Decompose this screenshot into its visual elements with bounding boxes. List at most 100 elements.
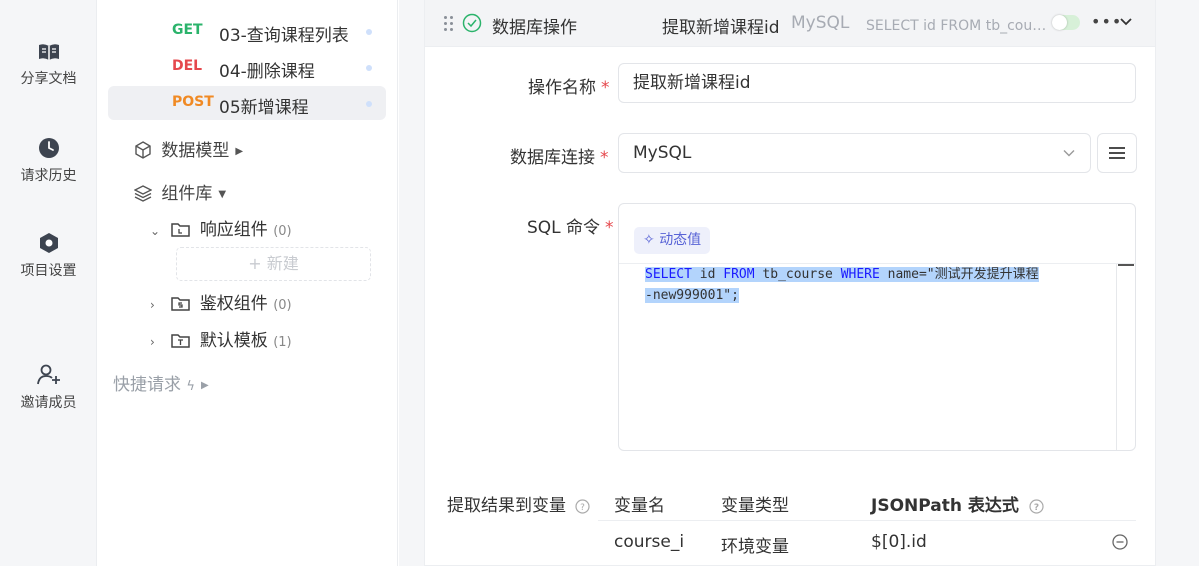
required-mark: *: [601, 78, 610, 98]
table-divider: [598, 520, 1136, 521]
card-header[interactable]: 数据库操作 提取新增课程id MySQL SELECT id FROM tb_c…: [425, 0, 1155, 47]
quick-request-label: 快捷请求: [113, 375, 181, 395]
card-db-name: MySQL: [791, 13, 850, 33]
sql-code-line: -new999001";: [645, 285, 1039, 306]
api-item-post[interactable]: POST 05新增课程: [108, 86, 386, 120]
db-connection-select[interactable]: MySQL: [618, 133, 1091, 173]
method-badge: POST: [172, 94, 214, 110]
chevron-down-icon: ⌄: [150, 224, 161, 238]
api-name: 03-查询课程列表: [219, 26, 349, 46]
var-name-input[interactable]: course_id: [614, 532, 684, 552]
editor-scrollbar[interactable]: [1116, 264, 1117, 450]
folder-response-components[interactable]: ⌄ 响应组件 (0): [150, 215, 292, 240]
card-title: 数据库操作: [492, 18, 577, 38]
lightning-icon: ϟ: [186, 379, 195, 394]
sql-label-text: SQL 命令: [527, 218, 601, 238]
cube-icon: [135, 141, 151, 159]
help-icon[interactable]: ?: [575, 499, 591, 514]
sql-label: SQL 命令 *: [527, 213, 614, 238]
chevron-right-icon: ›: [150, 298, 155, 312]
sql-editor-box: ✧ 动态值 SELECT id FROM tb_course WHERE nam…: [618, 203, 1136, 451]
sql-keyword: SELECT: [645, 267, 692, 282]
caret-down-icon: ▼: [218, 189, 227, 200]
tree-data-models[interactable]: 数据模型 ▶: [134, 136, 243, 161]
editor-scroll-thumb[interactable]: [1118, 264, 1134, 266]
rail-project-settings[interactable]: 项目设置: [0, 232, 97, 280]
chevron-down-icon: [1063, 150, 1075, 157]
main-panel: 数据库操作 提取新增课程id MySQL SELECT id FROM tb_c…: [399, 0, 1199, 566]
help-icon[interactable]: ?: [1029, 499, 1044, 514]
folder-icon: [171, 223, 191, 237]
db-menu-button[interactable]: [1097, 133, 1137, 173]
chevron-right-icon: ›: [150, 335, 155, 349]
magic-wand-icon: ✧: [643, 232, 655, 248]
settings-hex-icon: [39, 233, 58, 253]
var-type-select[interactable]: 环境变量: [721, 532, 789, 557]
rail-project-settings-label: 项目设置: [20, 263, 77, 279]
folder-label: 响应组件: [199, 220, 268, 240]
api-name: 04-删除课程: [219, 62, 315, 82]
op-name-label: 操作名称 *: [528, 73, 610, 98]
more-icon[interactable]: •••: [1091, 12, 1122, 31]
drag-handle-icon[interactable]: [444, 16, 454, 32]
col-var-type: 变量类型: [721, 496, 789, 516]
tree-quick-request[interactable]: 快捷请求 ϟ ▶: [113, 370, 209, 395]
col-jsonpath-label: JSONPath 表达式: [871, 496, 1019, 516]
clock-icon: [38, 138, 59, 158]
folder-label: 鉴权组件: [199, 294, 268, 314]
db-connection-label: 数据库连接 *: [510, 143, 609, 168]
folder-count: (1): [273, 335, 292, 350]
card-op-name: 提取新增课程id: [662, 18, 780, 38]
tree-components-label: 组件库: [161, 184, 213, 204]
method-badge: DEL: [172, 58, 203, 74]
method-badge: GET: [172, 22, 203, 38]
svg-text:?: ?: [1034, 503, 1039, 513]
book-icon: [38, 44, 59, 60]
sql-text: -new999001";: [645, 288, 739, 303]
api-item-del[interactable]: DEL 04-删除课程: [108, 50, 386, 84]
sql-text: name="测试开发提升课程: [879, 267, 1039, 282]
dynamic-value-label: 动态值: [659, 232, 702, 248]
sql-keyword: WHERE: [840, 267, 880, 282]
required-mark: *: [600, 148, 609, 168]
folder-auth-components[interactable]: › 鉴权组件 (0): [150, 289, 292, 314]
caret-right-icon: ▶: [235, 146, 244, 157]
api-name: 05新增课程: [219, 98, 309, 118]
status-dot: [366, 65, 372, 71]
folder-icon: [171, 297, 191, 311]
col-var-name: 变量名: [614, 496, 665, 516]
required-mark: *: [605, 218, 614, 238]
folder-label: 默认模板: [199, 331, 268, 351]
db-connection-label-text: 数据库连接: [510, 148, 595, 168]
rail-invite-members-label: 邀请成员: [20, 395, 77, 411]
sql-text: tb_course: [754, 267, 841, 282]
new-component-button[interactable]: + 新建: [176, 247, 371, 281]
rail-invite-members[interactable]: 邀请成员: [0, 364, 97, 412]
sql-code-line: SELECT id FROM tb_course WHERE name="测试开…: [645, 264, 1039, 285]
sql-keyword: FROM: [723, 267, 755, 282]
rail-request-history-label: 请求历史: [20, 168, 77, 184]
dynamic-value-button[interactable]: ✧ 动态值: [634, 227, 711, 254]
caret-right-icon: ▶: [200, 380, 209, 391]
tree-components[interactable]: 组件库 ▼: [133, 179, 227, 204]
db-connection-value: MySQL: [633, 143, 692, 163]
card-sql-preview: SELECT id FROM tb_course WHERE name="测试开…: [866, 18, 1050, 34]
chevron-down-icon[interactable]: [1119, 15, 1133, 29]
sql-text: id: [691, 267, 724, 282]
api-item-get[interactable]: GET 03-查询课程列表: [108, 14, 386, 48]
enable-toggle[interactable]: [1052, 15, 1080, 30]
folder-default-templates[interactable]: › 默认模板 (1): [150, 326, 292, 351]
remove-row-icon[interactable]: [1112, 534, 1128, 550]
user-plus-icon: [36, 364, 60, 385]
rail-request-history[interactable]: 请求历史: [0, 137, 97, 185]
extract-label: 提取结果到变量 ?: [447, 491, 591, 516]
api-tree: GET 03-查询课程列表 DEL 04-删除课程 POST 05新增课程 数据…: [98, 0, 398, 566]
layers-icon: [133, 185, 153, 202]
op-name-label-text: 操作名称: [528, 78, 596, 98]
extract-label-text: 提取结果到变量: [447, 496, 566, 516]
jsonpath-input[interactable]: $[0].id: [871, 532, 927, 552]
status-dot: [366, 101, 372, 107]
sql-code-editor[interactable]: SELECT id FROM tb_course WHERE name="测试开…: [619, 263, 1135, 450]
rail-share-docs[interactable]: 分享文档: [0, 42, 97, 88]
op-name-input[interactable]: 提取新增课程id: [618, 63, 1136, 103]
